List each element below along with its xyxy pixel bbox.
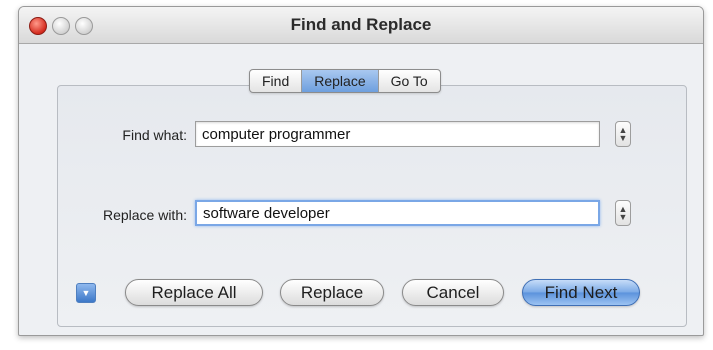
find-replace-window: Find and Replace Find Replace Go To Find…	[18, 6, 704, 336]
replace-with-input[interactable]	[195, 200, 600, 226]
replace-with-label: Replace with:	[102, 207, 187, 223]
find-what-input[interactable]	[195, 121, 600, 147]
cancel-button[interactable]: Cancel	[402, 279, 504, 306]
replace-all-button[interactable]: Replace All	[125, 279, 263, 306]
window-title: Find and Replace	[290, 15, 432, 34]
tab-find[interactable]: Find	[250, 70, 303, 92]
chevron-down-icon[interactable]: ▼	[76, 283, 96, 303]
tab-go-to[interactable]: Go To	[379, 70, 440, 92]
find-options-stepper-icon[interactable]: ▲ ▼	[615, 121, 631, 147]
tab-replace[interactable]: Replace	[302, 70, 379, 92]
find-what-label: Find what:	[122, 127, 187, 143]
title-bar[interactable]: Find and Replace	[19, 7, 703, 44]
replace-button[interactable]: Replace	[280, 279, 384, 306]
find-next-button[interactable]: Find Next	[522, 279, 640, 306]
replace-options-stepper-icon[interactable]: ▲ ▼	[615, 200, 631, 226]
tab-bar: Find Replace Go To	[249, 69, 441, 93]
